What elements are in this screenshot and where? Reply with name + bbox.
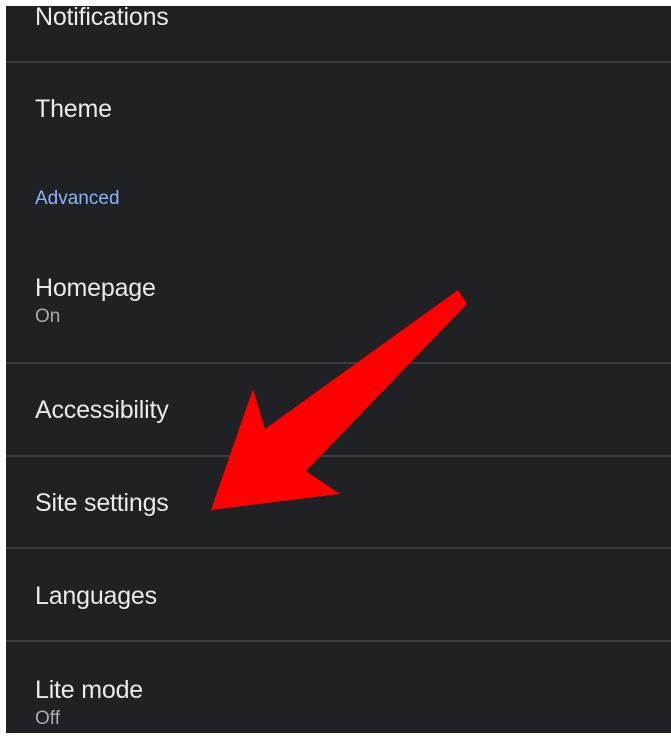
settings-item-languages[interactable]: Languages bbox=[6, 581, 671, 611]
settings-item-accessibility[interactable]: Accessibility bbox=[6, 395, 671, 425]
settings-item-site-settings[interactable]: Site settings bbox=[6, 488, 671, 518]
divider bbox=[6, 455, 671, 457]
settings-screen: Notifications Theme Advanced Homepage On… bbox=[6, 6, 671, 733]
divider bbox=[6, 362, 671, 364]
section-header-label: Advanced bbox=[35, 188, 120, 209]
settings-item-notifications[interactable]: Notifications bbox=[6, 6, 671, 32]
settings-item-label: Languages bbox=[35, 582, 157, 610]
settings-item-lite-mode[interactable]: Lite mode Off bbox=[6, 675, 671, 731]
settings-item-label: Accessibility bbox=[35, 396, 169, 424]
settings-item-status: On bbox=[35, 306, 61, 327]
settings-item-label: Site settings bbox=[35, 489, 169, 517]
divider bbox=[6, 640, 671, 642]
settings-item-homepage[interactable]: Homepage On bbox=[6, 273, 671, 329]
settings-item-label: Theme bbox=[35, 95, 112, 123]
divider bbox=[6, 547, 671, 549]
settings-item-label: Lite mode bbox=[35, 676, 143, 704]
settings-item-label: Notifications bbox=[35, 6, 169, 31]
settings-item-label: Homepage bbox=[35, 274, 156, 302]
divider bbox=[6, 61, 671, 63]
settings-item-status: Off bbox=[35, 708, 60, 729]
settings-item-theme[interactable]: Theme bbox=[6, 94, 671, 124]
section-header-advanced: Advanced bbox=[6, 187, 671, 211]
